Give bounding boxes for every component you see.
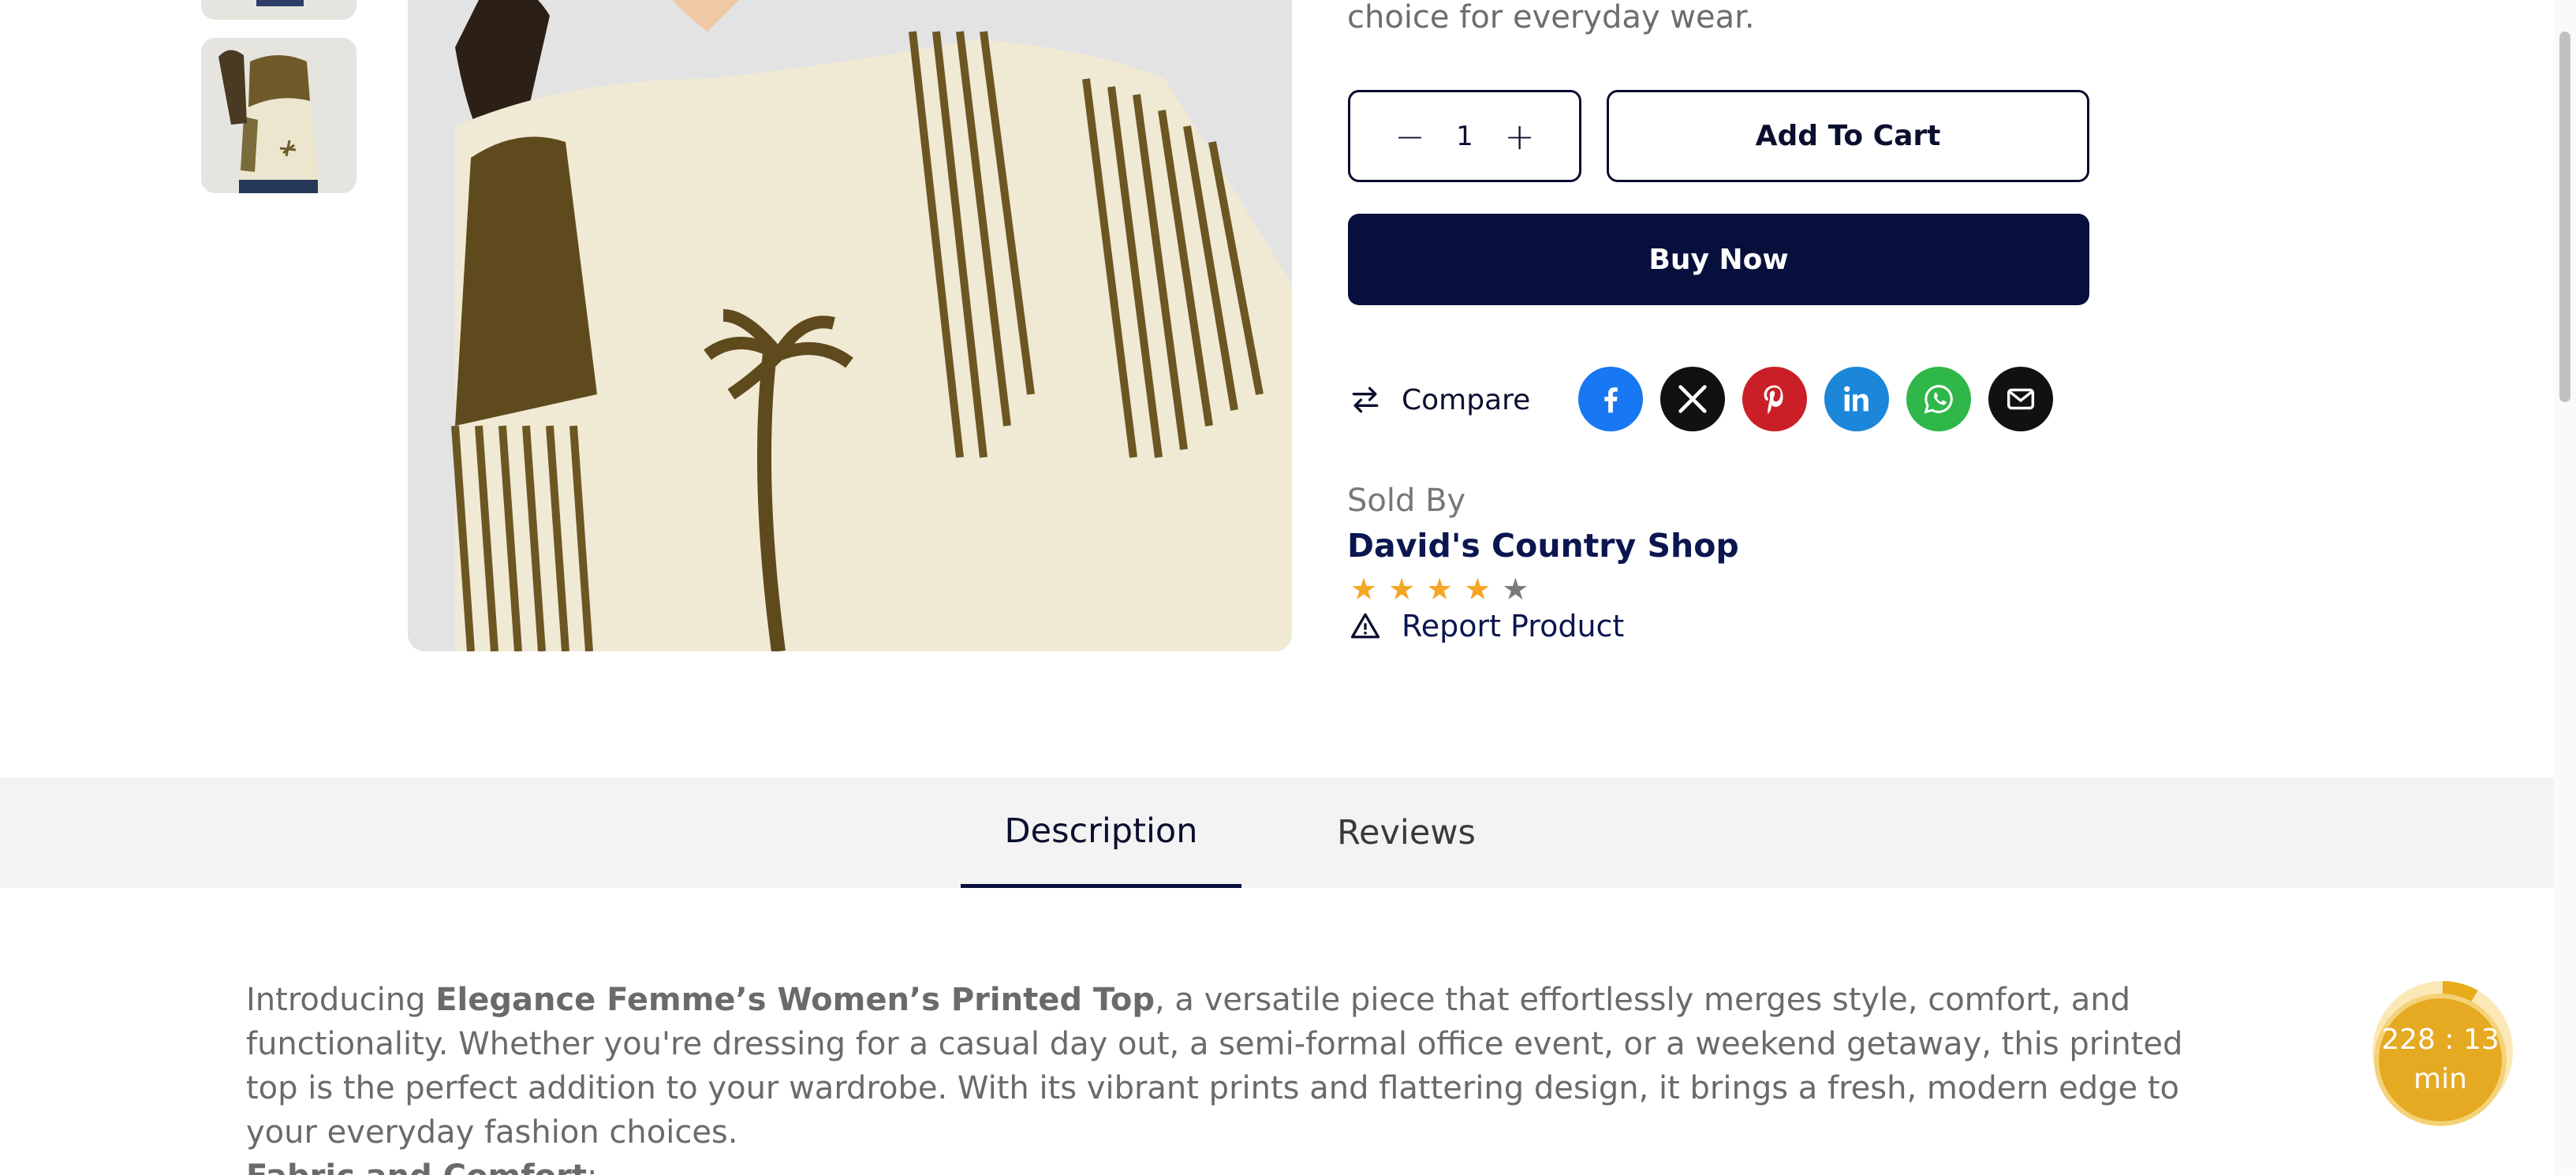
- minus-icon[interactable]: −: [1394, 115, 1425, 158]
- buy-now-button[interactable]: Buy Now: [1348, 214, 2089, 305]
- product-tagline: choice for everyday wear.: [1347, 0, 1755, 35]
- facebook-share-button[interactable]: [1578, 367, 1643, 431]
- product-main-image[interactable]: [408, 0, 1292, 651]
- star-filled-icon: ★: [1464, 572, 1491, 606]
- product-name: Elegance Femme’s Women’s Printed Top: [435, 982, 1155, 1018]
- report-product-label: Report Product: [1402, 609, 1625, 643]
- fabric-heading-line: Fabric and Comfort:: [246, 1154, 2218, 1175]
- thumbnail-image: [201, 38, 357, 193]
- product-tabs: Description Reviews: [0, 778, 2554, 888]
- star-empty-icon: ★: [1502, 572, 1529, 606]
- product-thumbnail-1[interactable]: [201, 0, 357, 20]
- description-content: Introducing Elegance Femme’s Women’s Pri…: [246, 978, 2218, 1175]
- add-to-cart-button[interactable]: Add To Cart: [1607, 90, 2089, 182]
- facebook-icon: [1604, 387, 1618, 413]
- plus-icon[interactable]: +: [1504, 115, 1536, 158]
- compare-button[interactable]: Compare: [1348, 375, 1530, 425]
- product-thumbnail-2[interactable]: [201, 38, 357, 193]
- tab-reviews[interactable]: Reviews: [1278, 778, 1535, 888]
- whatsapp-share-button[interactable]: [1906, 367, 1971, 431]
- thumbnail-image: [201, 0, 357, 20]
- section-heading: Fabric and Comfort: [246, 1158, 587, 1175]
- description-intro: Introducing Elegance Femme’s Women’s Pri…: [246, 978, 2218, 1154]
- warning-triangle-icon: [1350, 613, 1380, 639]
- whatsapp-icon: [1924, 385, 1953, 414]
- timer-unit: min: [2414, 1063, 2467, 1095]
- pinterest-icon: [1764, 385, 1783, 414]
- star-filled-icon: ★: [1426, 572, 1454, 606]
- x-share-button[interactable]: [1660, 367, 1725, 431]
- scrollbar-thumb[interactable]: [2559, 32, 2570, 402]
- intro-prefix: Introducing: [246, 982, 436, 1018]
- star-filled-icon: ★: [1388, 572, 1416, 606]
- compare-arrows-icon: [1352, 386, 1379, 413]
- timer-value: 228 : 13: [2381, 1024, 2499, 1056]
- linkedin-icon: [1844, 386, 1869, 412]
- sold-by-label: Sold By: [1347, 483, 1466, 519]
- x-twitter-icon: [1678, 385, 1707, 413]
- email-share-button[interactable]: [1988, 367, 2053, 431]
- printed-top-photo: [408, 0, 1292, 651]
- email-icon: [2007, 388, 2035, 410]
- quantity-stepper[interactable]: − 1 +: [1348, 90, 1581, 182]
- quantity-value: 1: [1456, 120, 1473, 152]
- tab-description[interactable]: Description: [961, 778, 1241, 888]
- seller-name-link[interactable]: David's Country Shop: [1347, 527, 1739, 565]
- heading-colon: :: [587, 1158, 597, 1175]
- report-product-link[interactable]: Report Product: [1348, 609, 1624, 643]
- compare-label: Compare: [1402, 383, 1531, 416]
- pinterest-share-button[interactable]: [1742, 367, 1807, 431]
- star-filled-icon: ★: [1350, 572, 1378, 606]
- timer-badge[interactable]: 228 : 13 min: [2379, 998, 2502, 1121]
- linkedin-share-button[interactable]: [1824, 367, 1889, 431]
- seller-rating: ★ ★ ★ ★ ★: [1350, 573, 1529, 606]
